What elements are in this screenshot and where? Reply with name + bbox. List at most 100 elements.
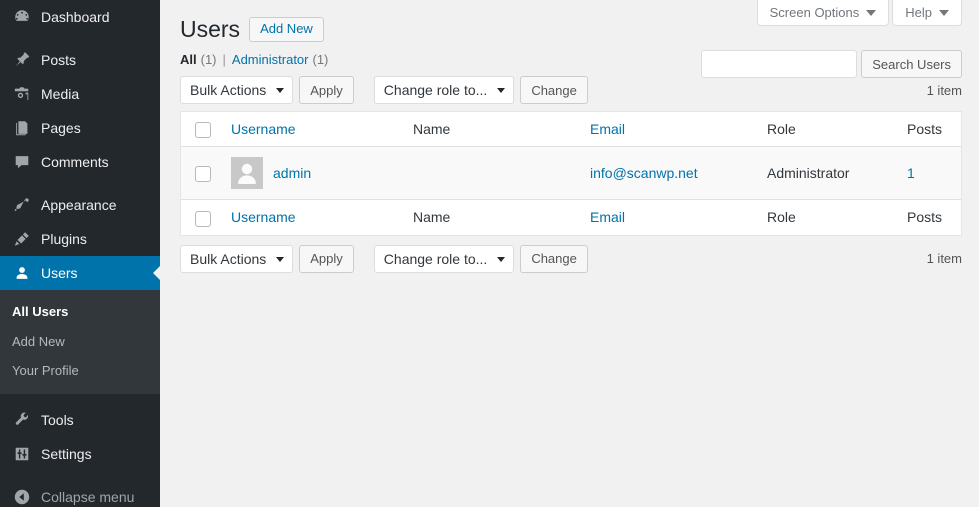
admin-sidebar: Dashboard Posts Media Pages Comments App… bbox=[0, 0, 161, 507]
select-all-footer bbox=[181, 199, 221, 235]
sidebar-item-users[interactable]: Users bbox=[0, 256, 161, 290]
column-footer-posts: Posts bbox=[897, 199, 961, 235]
page-header: Users Add New bbox=[180, 14, 962, 44]
sidebar-item-media[interactable]: Media bbox=[0, 77, 160, 111]
column-footer-name: Name bbox=[403, 199, 580, 235]
apply-button-bottom[interactable]: Apply bbox=[299, 244, 354, 273]
displaying-num-bottom: 1 item bbox=[926, 251, 962, 267]
sidebar-item-appearance[interactable]: Appearance bbox=[0, 188, 160, 222]
filter-separator: | bbox=[222, 52, 226, 67]
cell-posts: 1 bbox=[897, 147, 961, 200]
column-header-role: Role bbox=[757, 112, 897, 148]
table-footer-row: Username Name Email Role Posts bbox=[181, 199, 961, 235]
submenu-item-your-profile[interactable]: Your Profile bbox=[0, 356, 160, 386]
search-input[interactable] bbox=[701, 50, 858, 78]
filter-administrator: Administrator (1) bbox=[232, 52, 328, 67]
sidebar-item-settings[interactable]: Settings bbox=[0, 437, 160, 471]
column-footer-username[interactable]: Username bbox=[221, 199, 403, 235]
sidebar-label: Plugins bbox=[41, 231, 87, 247]
cell-name bbox=[403, 147, 580, 200]
column-footer-email[interactable]: Email bbox=[580, 199, 757, 235]
cell-email: info@scanwp.net bbox=[580, 147, 757, 200]
sidebar-item-comments[interactable]: Comments bbox=[0, 145, 160, 179]
collapse-menu-label: Collapse menu bbox=[41, 488, 135, 505]
filter-administrator-count: (1) bbox=[312, 52, 329, 67]
change-role-group-top: Change role to... Change bbox=[373, 76, 588, 104]
submenu-item-add-new[interactable]: Add New bbox=[0, 327, 160, 357]
filter-administrator-link[interactable]: Administrator bbox=[232, 52, 309, 67]
table-head: Username Name Email Role Posts bbox=[181, 112, 961, 148]
main-content: Screen Options Help Users Add New Search… bbox=[160, 0, 979, 507]
filter-all: All (1) bbox=[180, 52, 217, 67]
tablenav-bottom: Bulk Actions Apply Change role to... Cha… bbox=[180, 244, 962, 274]
row-checkbox-cell bbox=[181, 147, 221, 200]
sidebar-label: Dashboard bbox=[41, 9, 110, 25]
dashboard-icon bbox=[12, 7, 32, 27]
sidebar-item-plugins[interactable]: Plugins bbox=[0, 222, 160, 256]
wrench-icon bbox=[12, 410, 32, 430]
settings-icon bbox=[12, 444, 32, 464]
displaying-num-top: 1 item bbox=[926, 82, 962, 98]
plugin-icon bbox=[12, 229, 32, 249]
bulk-actions-select-bottom[interactable]: Bulk Actions bbox=[180, 244, 294, 273]
table-header-row: Username Name Email Role Posts bbox=[181, 112, 961, 148]
sidebar-label: Comments bbox=[41, 154, 109, 170]
column-header-name: Name bbox=[403, 112, 580, 148]
table-foot: Username Name Email Role Posts bbox=[181, 199, 961, 235]
column-header-posts: Posts bbox=[897, 112, 961, 148]
select-all-header bbox=[181, 112, 221, 148]
column-footer-role: Role bbox=[757, 199, 897, 235]
bulk-actions-group-bottom: Bulk Actions Apply bbox=[180, 244, 354, 273]
sidebar-label: Users bbox=[41, 265, 78, 281]
change-role-select-bottom[interactable]: Change role to... bbox=[373, 244, 515, 273]
sidebar-label: Appearance bbox=[41, 197, 117, 213]
posts-count-link[interactable]: 1 bbox=[907, 165, 915, 181]
tablenav-top: Bulk Actions Apply Change role to... Cha… bbox=[180, 75, 962, 105]
collapse-menu-button[interactable]: Collapse menu bbox=[0, 480, 160, 507]
filter-all-link[interactable]: All bbox=[180, 52, 197, 67]
sidebar-label: Media bbox=[41, 86, 80, 102]
sidebar-item-dashboard[interactable]: Dashboard bbox=[0, 0, 160, 34]
column-header-username[interactable]: Username bbox=[221, 112, 403, 148]
page-title: Users bbox=[180, 15, 241, 42]
filter-all-count: (1) bbox=[200, 52, 217, 67]
sidebar-separator bbox=[0, 34, 160, 43]
change-role-button-top[interactable]: Change bbox=[520, 76, 588, 104]
submenu-item-all-users[interactable]: All Users bbox=[0, 297, 160, 327]
comments-icon bbox=[12, 152, 32, 172]
select-all-checkbox-top[interactable] bbox=[195, 122, 211, 139]
table-row: admin info@scanwp.net Administrator 1 bbox=[181, 147, 961, 200]
table-body: admin info@scanwp.net Administrator 1 bbox=[181, 147, 961, 200]
change-role-group-bottom: Change role to... Change bbox=[373, 244, 588, 273]
change-role-button-bottom[interactable]: Change bbox=[520, 244, 588, 273]
row-checkbox[interactable] bbox=[195, 165, 211, 182]
sidebar-label: Posts bbox=[41, 52, 77, 68]
cell-role: Administrator bbox=[757, 147, 897, 200]
users-table: Username Name Email Role Posts admin inf… bbox=[180, 111, 962, 236]
pages-icon bbox=[12, 118, 32, 138]
users-icon bbox=[12, 263, 32, 283]
bulk-actions-select-top[interactable]: Bulk Actions bbox=[180, 76, 294, 104]
change-role-select-top[interactable]: Change role to... bbox=[373, 76, 515, 104]
username-link[interactable]: admin bbox=[273, 165, 311, 181]
add-new-user-button[interactable]: Add New bbox=[249, 16, 324, 42]
select-all-checkbox-bottom[interactable] bbox=[195, 210, 211, 227]
sidebar-item-posts[interactable]: Posts bbox=[0, 43, 160, 77]
sidebar-separator bbox=[0, 394, 160, 403]
media-icon bbox=[12, 84, 32, 104]
pin-icon bbox=[12, 50, 32, 70]
sidebar-separator bbox=[0, 179, 160, 188]
sidebar-item-tools[interactable]: Tools bbox=[0, 403, 160, 437]
sidebar-item-pages[interactable]: Pages bbox=[0, 111, 160, 145]
bulk-actions-group-top: Bulk Actions Apply bbox=[180, 76, 354, 104]
search-users-button[interactable]: Search Users bbox=[861, 50, 962, 78]
sidebar-label: Settings bbox=[41, 445, 92, 462]
avatar bbox=[231, 157, 263, 190]
search-box: Search Users bbox=[701, 50, 962, 78]
sidebar-label: Tools bbox=[41, 411, 74, 428]
wordpress-admin-users-page: Dashboard Posts Media Pages Comments App… bbox=[0, 0, 979, 507]
page-wrap: Users Add New Search Users All (1) | Adm… bbox=[180, 14, 962, 274]
apply-button-top[interactable]: Apply bbox=[299, 76, 354, 104]
email-link[interactable]: info@scanwp.net bbox=[590, 165, 698, 181]
column-header-email[interactable]: Email bbox=[580, 112, 757, 148]
